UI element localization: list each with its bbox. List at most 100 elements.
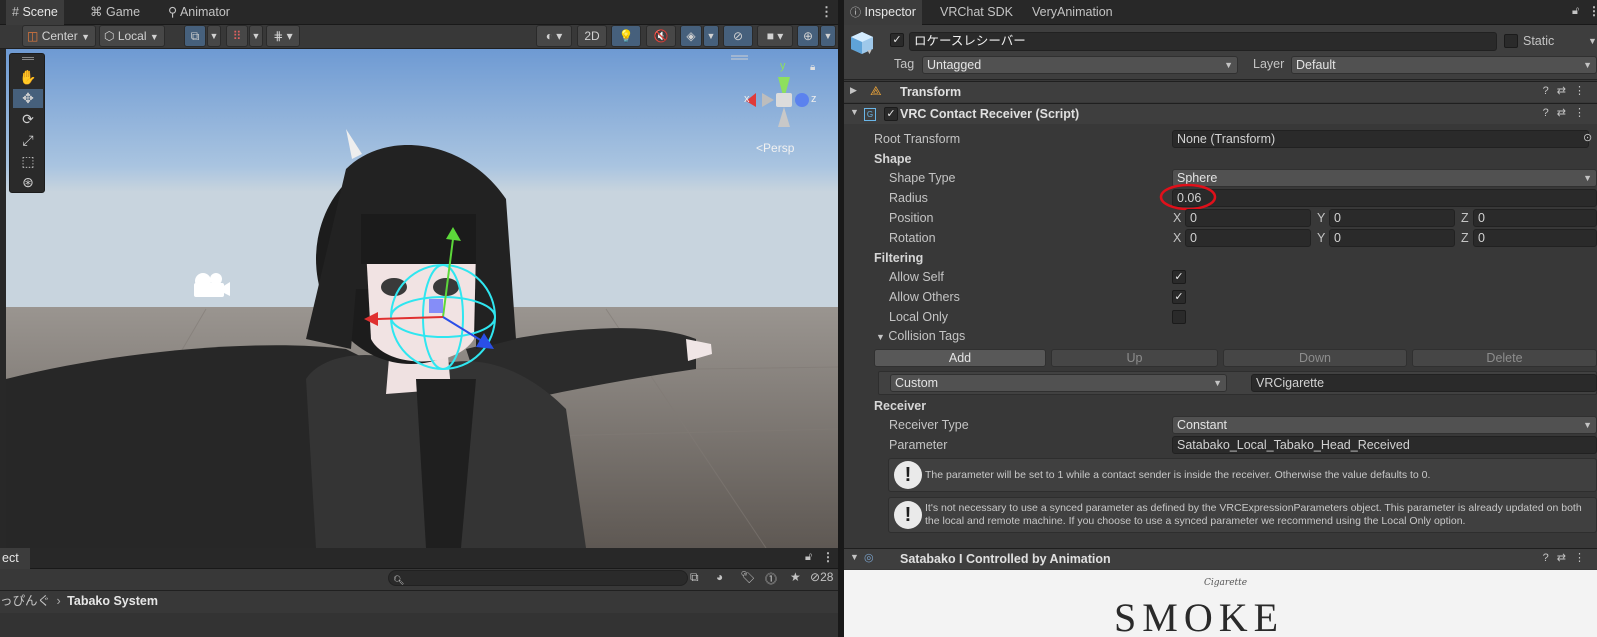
tab-vrchat-sdk[interactable]: VRChat SDK bbox=[934, 0, 1019, 25]
tab-animator[interactable]: ⚲ Animator bbox=[162, 0, 236, 25]
more-menu-icon[interactable]: ⋮ bbox=[822, 550, 834, 564]
filter-type-icon[interactable]: ◕ bbox=[716, 570, 723, 584]
collision-tags-foldout[interactable]: ▼ Collision Tags bbox=[876, 329, 965, 343]
lock-icon[interactable]: 🔓︎ bbox=[1572, 5, 1579, 18]
grid-snap-button[interactable]: ⧉ bbox=[184, 25, 206, 47]
gizmos-dropdown[interactable]: ▼ bbox=[820, 25, 836, 47]
allow-self-checkbox[interactable]: ✓ bbox=[1172, 270, 1186, 284]
component-header-icons[interactable]: ?⇄⋮ bbox=[1543, 106, 1593, 119]
audio-toggle-icon[interactable]: 🔇 bbox=[646, 25, 676, 47]
transform-tool-icon[interactable]: ⊛ bbox=[13, 173, 43, 192]
hidden-objects-icon[interactable]: ⊘ bbox=[723, 25, 753, 47]
tag-down-button[interactable]: Down bbox=[1223, 349, 1407, 367]
gizmos-toggle-icon[interactable]: ⊕ bbox=[797, 25, 819, 47]
position-x-field[interactable]: 0 bbox=[1185, 209, 1311, 227]
camera-settings-icon[interactable]: ■ ▾ bbox=[757, 25, 793, 47]
breadcrumb-item-current[interactable]: Tabako System bbox=[67, 594, 158, 608]
cube-icon: ⬡ bbox=[104, 29, 115, 43]
scene-viewport[interactable] bbox=[6, 49, 838, 548]
rotation-z-field[interactable]: 0 bbox=[1473, 229, 1597, 247]
help-text: The parameter will be set to 1 while a c… bbox=[925, 469, 1431, 481]
shading-mode-dropdown[interactable]: ◐ ▾ bbox=[536, 25, 572, 47]
more-menu-icon[interactable]: ⋮ bbox=[820, 4, 833, 20]
effects-dropdown[interactable]: ▼ bbox=[703, 25, 719, 47]
lighting-toggle-icon[interactable]: 💡 bbox=[611, 25, 641, 47]
radius-field[interactable]: 0.06 bbox=[1172, 189, 1597, 207]
breadcrumb-item[interactable]: っぴんぐ bbox=[0, 594, 50, 608]
position-y-field[interactable]: 0 bbox=[1329, 209, 1455, 227]
tag-add-button[interactable]: Add bbox=[874, 349, 1046, 367]
transform-icon: ⟁ bbox=[870, 83, 882, 98]
hidden-packages-counter[interactable]: ⊘28 bbox=[810, 570, 833, 584]
allow-others-checkbox[interactable]: ✓ bbox=[1172, 290, 1186, 304]
active-checkbox[interactable]: ✓ bbox=[890, 33, 904, 47]
lock-icon[interactable]: 🔓︎ bbox=[805, 551, 812, 564]
tag-up-button[interactable]: Up bbox=[1051, 349, 1218, 367]
project-tabbar: ect 🔓︎ ⋮ bbox=[0, 548, 838, 569]
chevron-down-icon: ▼ bbox=[1583, 60, 1592, 70]
root-transform-field[interactable]: None (Transform) bbox=[1172, 130, 1589, 148]
tab-project[interactable]: ect bbox=[0, 548, 30, 569]
scene-window: # Scene ⌘ Game ⚲ Animator ⋮ ◫ Center ▼ ⬡… bbox=[0, 0, 838, 548]
tab-inspector[interactable]: ⓘ Inspector bbox=[844, 0, 922, 25]
filter-warning-icon[interactable]: ⓵ bbox=[765, 570, 777, 587]
rotation-y-label: Y bbox=[1317, 231, 1326, 245]
increment-snap-dropdown[interactable]: ▼ bbox=[249, 25, 263, 47]
move-tool-icon[interactable]: ✥ bbox=[13, 89, 43, 108]
shape-section-label: Shape bbox=[874, 152, 912, 166]
breadcrumb: っぴんぐ › Tabako System bbox=[0, 591, 158, 611]
hand-tool-icon[interactable]: ✋ bbox=[13, 68, 43, 87]
tag-dropdown[interactable]: Untagged ▼ bbox=[922, 56, 1238, 74]
chevron-down-icon: ▼ bbox=[1213, 378, 1222, 388]
projection-label[interactable]: <Persp bbox=[756, 141, 794, 155]
project-search-input[interactable]: 🔍︎ bbox=[388, 570, 688, 586]
rotation-x-field[interactable]: 0 bbox=[1185, 229, 1311, 247]
object-name-input[interactable]: ロケースレシーバー bbox=[909, 32, 1497, 51]
grid-snap-dropdown[interactable]: ▼ bbox=[207, 25, 221, 47]
animator-icon: ⚲ bbox=[168, 5, 178, 19]
rect-tool-icon[interactable]: ⬚ bbox=[13, 152, 43, 171]
favorite-star-icon[interactable]: ★ bbox=[790, 570, 801, 584]
overlay-grip[interactable] bbox=[22, 57, 34, 60]
tag-label: Tag bbox=[894, 57, 915, 71]
receiver-type-dropdown[interactable]: Constant ▼ bbox=[1172, 416, 1597, 434]
tools-overlay: ✋ ✥ ⟳ ⤢ ⬚ ⊛ bbox=[9, 53, 45, 193]
toggle-2d-button[interactable]: 2D bbox=[577, 25, 607, 47]
component-header-icons[interactable]: ?⇄⋮ bbox=[1543, 551, 1593, 564]
parameter-field[interactable]: Satabako_Local_Tabako_Head_Received bbox=[1172, 436, 1597, 454]
satabako-component-header[interactable]: ▼ ◎ Satabako I Controlled by Animation ?… bbox=[844, 548, 1597, 569]
static-dropdown-arrow[interactable]: ▼ bbox=[1588, 36, 1597, 46]
component-enabled-checkbox[interactable]: ✓ bbox=[884, 107, 898, 121]
search-by-type-icon[interactable]: ⧉ bbox=[690, 570, 699, 585]
icon-dropdown-arrow[interactable]: ▼ bbox=[866, 49, 873, 56]
pivot-mode-dropdown[interactable]: ◫ Center ▼ bbox=[22, 25, 96, 47]
scene-tabbar: # Scene ⌘ Game ⚲ Animator ⋮ bbox=[0, 0, 838, 25]
tag-delete-button[interactable]: Delete bbox=[1412, 349, 1597, 367]
tag-type-dropdown[interactable]: Custom ▼ bbox=[890, 374, 1227, 392]
tab-veryanimation[interactable]: VeryAnimation bbox=[1026, 0, 1119, 25]
lock-icon[interactable]: 🔒︎ bbox=[810, 62, 815, 73]
transform-component-header[interactable]: ▶ ⟁ Transform ?⇄⋮ bbox=[844, 81, 1597, 102]
local-only-checkbox[interactable] bbox=[1172, 310, 1186, 324]
more-menu-icon[interactable]: ⋮ bbox=[1588, 4, 1597, 18]
layer-dropdown[interactable]: Default ▼ bbox=[1291, 56, 1597, 74]
rotation-y-field[interactable]: 0 bbox=[1329, 229, 1455, 247]
object-picker-icon[interactable]: ⊙ bbox=[1583, 131, 1592, 144]
chevron-down-icon: ▼ bbox=[1224, 60, 1233, 70]
scale-tool-icon[interactable]: ⤢ bbox=[13, 131, 43, 150]
shape-type-dropdown[interactable]: Sphere ▼ bbox=[1172, 169, 1597, 187]
tag-value-field[interactable]: VRCigarette bbox=[1251, 374, 1597, 392]
position-z-field[interactable]: 0 bbox=[1473, 209, 1597, 227]
rotate-tool-icon[interactable]: ⟳ bbox=[13, 110, 43, 129]
filter-label-icon[interactable]: 🏷︎ bbox=[740, 570, 755, 584]
grid-visibility-dropdown[interactable]: ⋕ ▾ bbox=[266, 25, 300, 47]
pivot-rotation-dropdown[interactable]: ⬡ Local ▼ bbox=[99, 25, 165, 47]
component-header-icons[interactable]: ?⇄⋮ bbox=[1543, 84, 1593, 97]
tab-scene[interactable]: # Scene bbox=[6, 0, 64, 25]
static-checkbox[interactable] bbox=[1504, 34, 1518, 48]
contact-receiver-component-header[interactable]: ▼ G ✓ VRC Contact Receiver (Script) ?⇄⋮ bbox=[844, 103, 1597, 124]
position-y-label: Y bbox=[1317, 211, 1326, 225]
effects-toggle-icon[interactable]: ◈ bbox=[680, 25, 702, 47]
increment-snap-button[interactable]: ⠿ bbox=[226, 25, 248, 47]
tab-game[interactable]: ⌘ Game bbox=[84, 0, 146, 25]
